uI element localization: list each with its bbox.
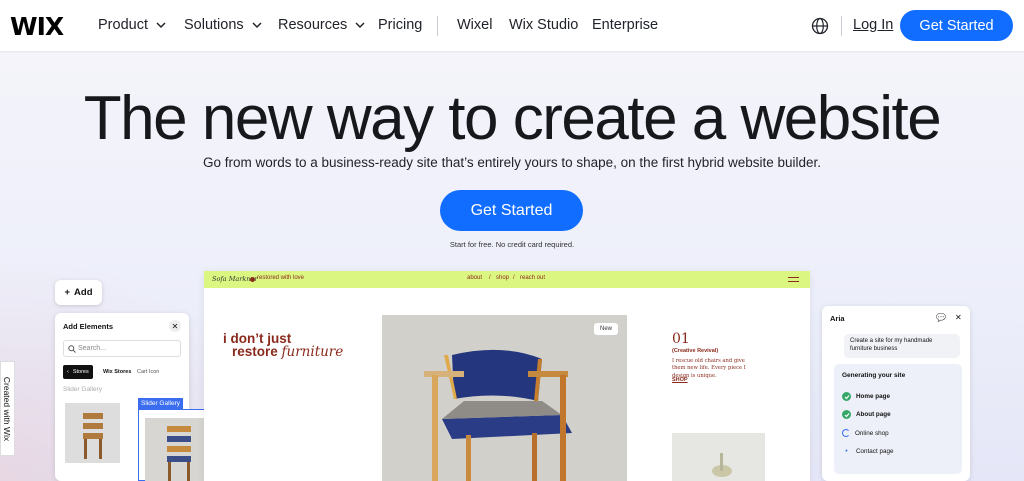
get-started-button[interactable]: Get Started [900, 10, 1013, 41]
section-label: Slider Gallery [63, 386, 103, 393]
step-online-shop: Online shop [842, 429, 889, 437]
search-icon [68, 345, 76, 353]
globe-icon[interactable] [810, 16, 830, 36]
step-label: Home page [856, 393, 890, 400]
step-contact-page: • Contact page [842, 448, 893, 455]
created-with-wix-label: Created with Wix [2, 376, 13, 441]
generation-progress: Generating your site Home page About pag… [834, 364, 962, 474]
top-navigation: WIX Product Solutions Resources Pricing … [0, 0, 1024, 52]
created-with-wix-tag[interactable]: Created with Wix [0, 361, 15, 456]
site-headline-line2: restore furniture [232, 344, 343, 360]
lamp-image [712, 453, 732, 477]
site-link-separator: / [513, 275, 515, 281]
hero-title: The new way to create a website [83, 84, 942, 153]
search-input[interactable]: Search... [63, 340, 181, 357]
generation-title: Generating your site [842, 372, 906, 379]
nav-resources-label: Resources [278, 17, 348, 33]
check-icon [842, 392, 851, 401]
tab-cart-icon[interactable]: Cart Icon [133, 365, 163, 379]
tab-stores[interactable]: ‹ Stores [63, 365, 93, 379]
user-prompt-bubble: Create a site for my handmade furniture … [844, 334, 960, 358]
step-label: About page [856, 411, 891, 418]
nav-divider [841, 16, 842, 36]
menu-icon[interactable] [788, 277, 799, 282]
site-link-about[interactable]: about [467, 275, 482, 281]
site-link-separator: / [489, 275, 491, 281]
nav-divider [437, 16, 438, 36]
nav-resources[interactable]: Resources [278, 17, 367, 33]
nav-pricing[interactable]: Pricing [378, 17, 422, 33]
slider-gallery-label: Slider Gallery [138, 398, 184, 409]
close-icon[interactable]: ✕ [955, 313, 962, 322]
search-placeholder: Search... [78, 345, 107, 352]
tab-wix-stores[interactable]: Wix Stores [99, 365, 135, 379]
wix-logo[interactable]: WIX [10, 12, 64, 41]
nav-wixel[interactable]: Wixel [457, 17, 492, 33]
nav-solutions[interactable]: Solutions [184, 17, 264, 33]
chair-illustration [382, 315, 627, 481]
loading-spinner-icon [842, 429, 850, 437]
nav-product[interactable]: Product [98, 17, 168, 33]
hero-get-started-button[interactable]: Get Started [440, 190, 583, 231]
product-image [672, 433, 765, 481]
new-badge: New [594, 323, 618, 335]
headline-restore: restore [232, 344, 282, 359]
add-button-label: Add [74, 287, 93, 298]
pending-dot-icon: • [845, 448, 848, 455]
chevron-down-icon [156, 22, 166, 29]
feature-subtitle: (Creative Revival) [672, 348, 719, 354]
chair-stack-image [83, 413, 103, 459]
step-about-page: About page [842, 410, 891, 419]
aria-assistant-panel: Aria 💬 ✕ Create a site for my handmade f… [822, 306, 970, 481]
chair-stack-image [167, 426, 191, 481]
aria-title: Aria [830, 314, 845, 323]
close-icon[interactable]: ✕ [169, 320, 181, 332]
gallery-thumbnail[interactable] [65, 403, 120, 463]
plus-icon: + [64, 287, 71, 298]
chevron-down-icon [355, 22, 365, 29]
step-label: Online shop [855, 429, 889, 437]
chevron-left-icon: ‹ [67, 369, 69, 375]
panel-title: Add Elements [63, 322, 114, 331]
site-link-shop[interactable]: shop [496, 275, 509, 281]
site-link-reach-out[interactable]: reach out [520, 275, 545, 281]
hero-chair-image [382, 315, 627, 481]
headline-furniture: furniture [281, 344, 344, 360]
step-home-page: Home page [842, 392, 890, 401]
login-link[interactable]: Log In [853, 17, 893, 33]
aria-controls: 💬 ✕ [936, 313, 962, 322]
nav-solutions-label: Solutions [184, 17, 244, 33]
site-tagline: restored with love [257, 275, 305, 281]
nav-product-label: Product [98, 17, 148, 33]
chat-icon[interactable]: 💬 [936, 313, 946, 322]
site-preview: Sofa Markner restored with love about / … [204, 271, 810, 481]
step-label: Contact page [856, 448, 894, 455]
dot-icon [250, 277, 255, 282]
add-button[interactable]: + Add [55, 280, 102, 305]
gallery-image[interactable] [145, 418, 211, 481]
hero-note: Start for free. No credit card required. [449, 240, 575, 249]
site-header: Sofa Markner restored with love about / … [204, 271, 810, 288]
nav-wix-studio[interactable]: Wix Studio [509, 17, 578, 33]
check-icon [842, 410, 851, 419]
feature-number: 01 [672, 331, 690, 347]
nav-enterprise[interactable]: Enterprise [592, 17, 658, 33]
shop-link[interactable]: SHOP [672, 377, 688, 383]
hero-subtitle: Go from words to a business-ready site t… [202, 155, 822, 170]
chevron-down-icon [252, 22, 262, 29]
tab-stores-label: Stores [72, 369, 89, 375]
